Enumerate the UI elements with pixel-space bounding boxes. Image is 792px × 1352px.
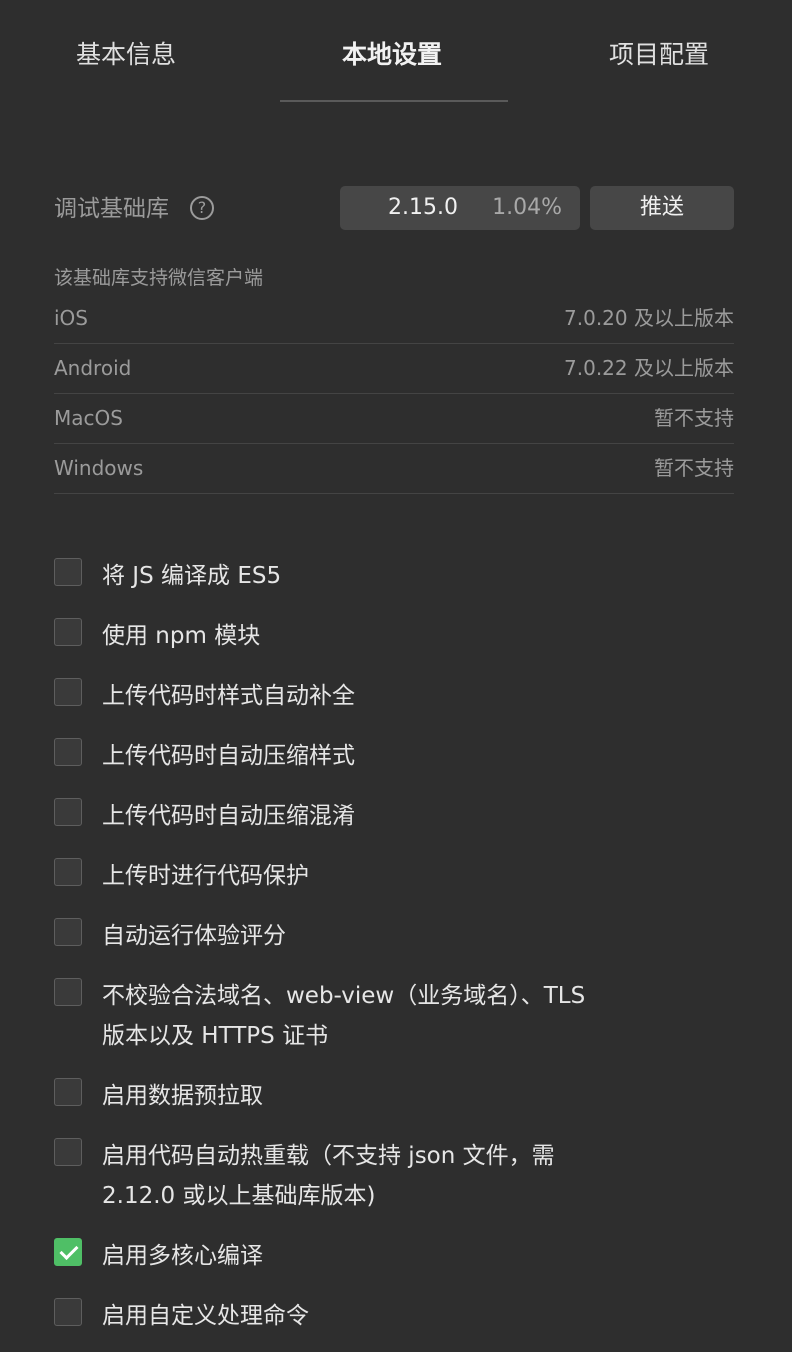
support-note: 该基础库支持微信客户端 [54, 267, 264, 289]
lib-version-percent: 1.04% [492, 195, 562, 220]
option-label: 自动运行体验评分 [102, 923, 286, 949]
debug-lib-label: 调试基础库 [54, 196, 169, 222]
option-label: 启用多核心编译 [102, 1243, 263, 1269]
option-checkbox[interactable] [54, 978, 82, 1006]
active-tab-indicator [280, 100, 508, 102]
tab-bar: 基本信息 本地设置 项目配置 [0, 0, 792, 110]
option-checkbox[interactable] [54, 558, 82, 586]
option-checkbox[interactable] [54, 798, 82, 826]
option-checkbox[interactable] [54, 678, 82, 706]
support-platform: iOS [54, 306, 88, 330]
option-label: 启用代码自动热重载（不支持 json 文件，需 [102, 1143, 555, 1169]
option-checkbox[interactable] [54, 738, 82, 766]
option-checkbox[interactable] [54, 1138, 82, 1166]
tab-project-config[interactable]: 项目配置 [609, 38, 709, 72]
lib-version-select[interactable]: 2.15.0 1.04% [340, 186, 580, 230]
debug-lib-row: 调试基础库 ? 2.15.0 1.04% 推送 [0, 186, 792, 230]
tab-local-settings[interactable]: 本地设置 [342, 38, 442, 72]
option-label: 上传代码时自动压缩混淆 [102, 803, 355, 829]
support-platform: Android [54, 356, 132, 380]
support-platform: Windows [54, 456, 144, 480]
option-label: 启用数据预拉取 [102, 1083, 263, 1109]
support-version: 暂不支持 [654, 456, 734, 480]
support-row: MacOS 暂不支持 [54, 394, 734, 444]
option-checkbox[interactable] [54, 618, 82, 646]
support-table: iOS 7.0.20 及以上版本 Android 7.0.22 及以上版本 Ma… [54, 294, 734, 494]
option-label: 使用 npm 模块 [102, 623, 261, 649]
option-label-line2: 2.12.0 或以上基础库版本) [102, 1183, 376, 1209]
tab-basic-info[interactable]: 基本信息 [76, 38, 176, 72]
option-checkbox[interactable] [54, 1298, 82, 1326]
support-platform: MacOS [54, 406, 123, 430]
lib-version-value: 2.15.0 [388, 195, 458, 220]
option-label: 不校验合法域名、web-view（业务域名）、TLS [102, 983, 586, 1009]
support-row: Windows 暂不支持 [54, 444, 734, 494]
support-row: Android 7.0.22 及以上版本 [54, 344, 734, 394]
option-checkbox-checked[interactable] [54, 1238, 82, 1266]
option-label-line2: 版本以及 HTTPS 证书 [102, 1023, 329, 1049]
option-label: 启用自定义处理命令 [102, 1303, 309, 1329]
option-label: 将 JS 编译成 ES5 [102, 563, 282, 589]
option-checkbox[interactable] [54, 1078, 82, 1106]
question-circle-icon[interactable]: ? [190, 196, 214, 220]
option-checkbox[interactable] [54, 858, 82, 886]
option-label: 上传代码时自动压缩样式 [102, 743, 355, 769]
push-button[interactable]: 推送 [590, 186, 734, 230]
option-label: 上传时进行代码保护 [102, 863, 309, 889]
support-row: iOS 7.0.20 及以上版本 [54, 294, 734, 344]
support-version: 7.0.20 及以上版本 [564, 306, 734, 330]
support-version: 7.0.22 及以上版本 [564, 356, 734, 380]
option-checkbox[interactable] [54, 918, 82, 946]
option-label: 上传代码时样式自动补全 [102, 683, 355, 709]
support-version: 暂不支持 [654, 406, 734, 430]
